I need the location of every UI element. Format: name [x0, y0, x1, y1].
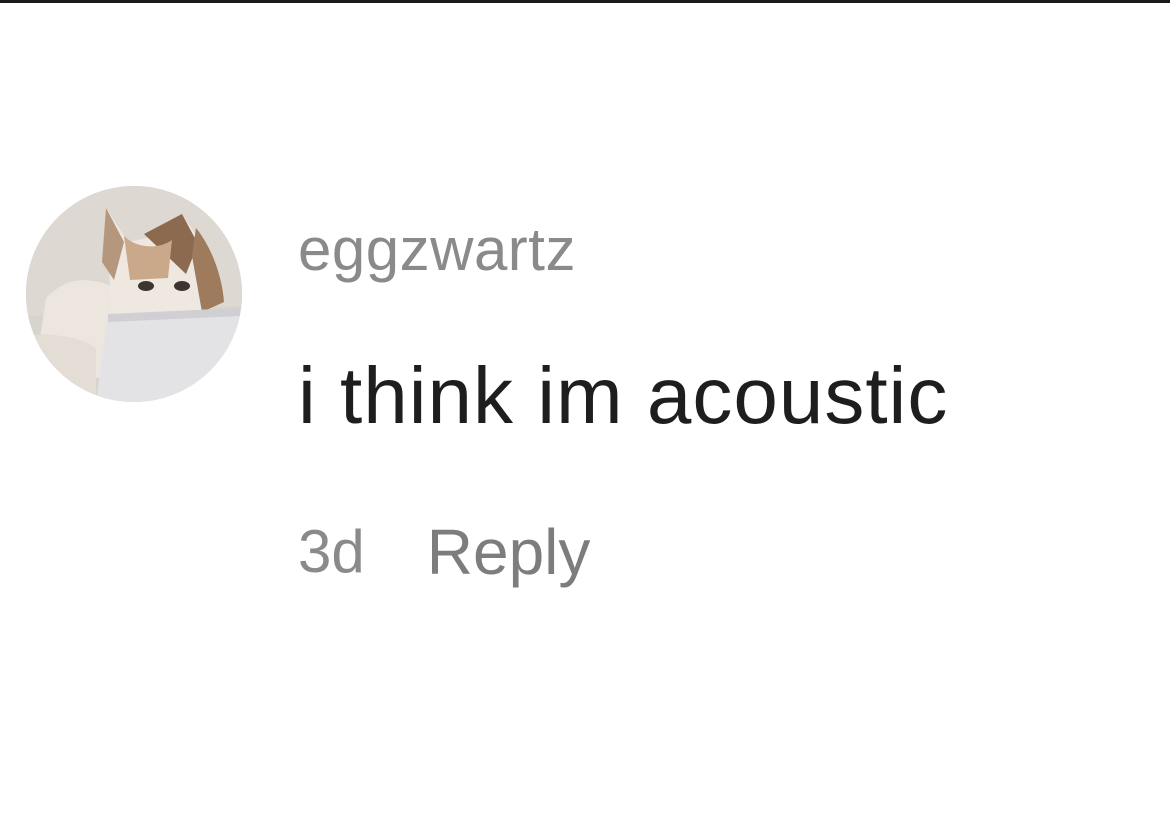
- comment-meta: 3d Reply: [298, 512, 590, 592]
- reply-button[interactable]: Reply: [427, 516, 591, 588]
- timestamp: 3d: [298, 518, 365, 585]
- username[interactable]: eggzwartz: [298, 214, 576, 286]
- cat-with-laptop-icon: [26, 186, 242, 402]
- comment-text: i think im acoustic: [298, 351, 949, 440]
- top-border: [0, 0, 1170, 3]
- comment: eggzwartz i think im acoustic 3d Reply: [26, 186, 1146, 606]
- avatar[interactable]: [26, 186, 242, 402]
